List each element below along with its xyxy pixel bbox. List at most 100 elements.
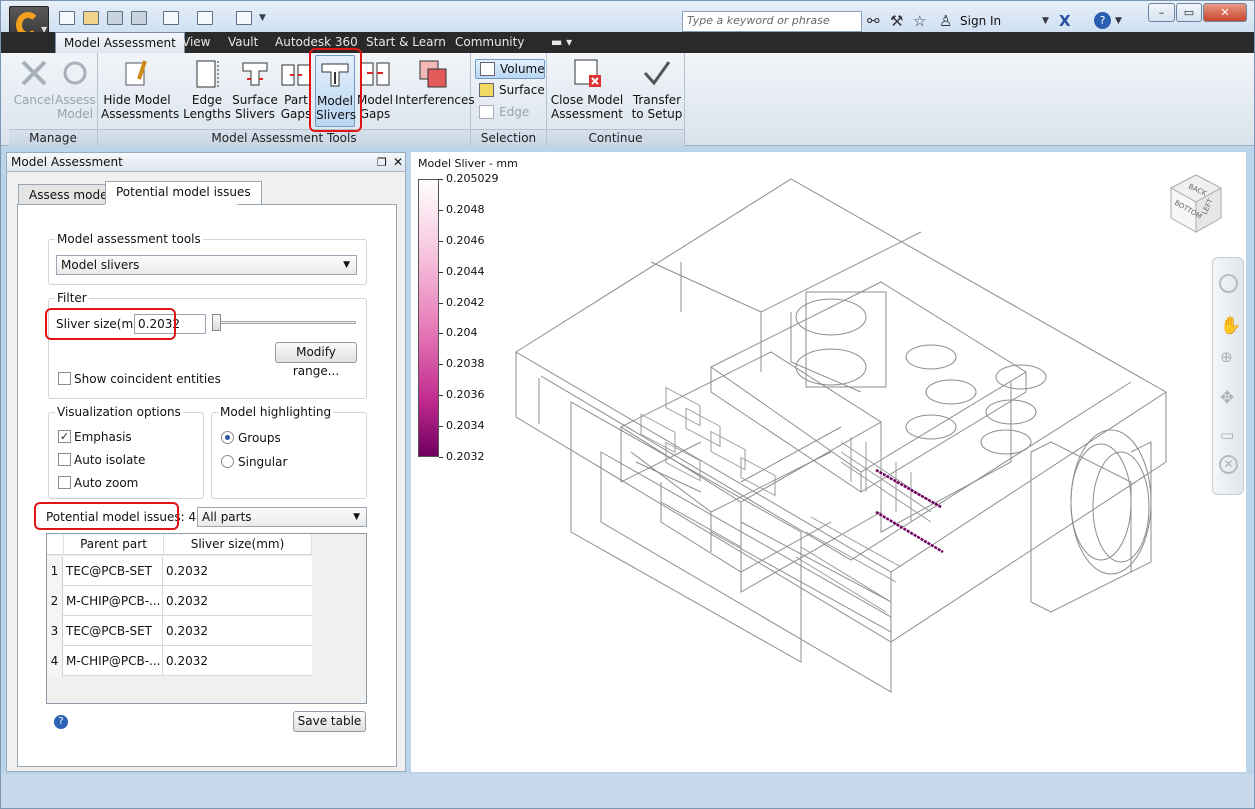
new-file-icon[interactable] [59,11,75,25]
tab-start-learn[interactable]: Start & Learn [358,32,454,53]
auto-isolate-checkbox[interactable] [58,453,71,466]
refresh-icon [59,57,91,89]
group-manage: Cancel Assess Model Manage [9,53,98,146]
groups-radio[interactable] [221,431,234,444]
sign-in-link[interactable]: Sign In [960,14,1001,28]
group-model-assessment-tools: Hide Model Assessments Edge Lengths Surf… [98,53,475,146]
interferences-icon [416,57,448,89]
customize-icon[interactable] [236,11,252,25]
close-panel-icon[interactable]: ✕ [393,153,403,172]
zoom-icon[interactable]: ⊕ [1220,348,1233,366]
edge-lengths-icon [191,57,223,89]
float-panel-icon[interactable]: ❐ [377,153,387,172]
table-row[interactable]: 3 TEC@PCB-SET 0.2032 [47,616,312,646]
ribbon: Cancel Assess Model Manage Hide Model As… [1,53,1254,146]
ribbon-tab-row: Model Assessment View Vault Autodesk 360… [1,32,1254,53]
highlight-issues-count [34,502,179,530]
chevron-down-icon: ▼ [343,260,350,270]
viewcube[interactable]: BACK BOTTOM LEFT [1166,170,1226,240]
group-continue: Close Model Assessment Transfer to Setup… [547,53,685,146]
column-header-sliver-size[interactable]: Sliver size(mm) [164,534,312,555]
auto-zoom-checkbox[interactable] [58,476,71,489]
tab-potential-model-issues[interactable]: Potential model issues [105,181,262,205]
sliver-size-slider-handle[interactable] [212,314,221,331]
parts-filter-select[interactable]: All parts ▼ [197,507,367,527]
singular-radio[interactable] [221,455,234,468]
cancel-button[interactable]: Cancel [13,55,55,127]
save-table-button[interactable]: Save table [293,711,366,732]
model-wireframe[interactable] [411,152,1246,772]
save-all-icon[interactable] [131,11,147,25]
save-icon[interactable] [107,11,123,25]
part-gaps-button[interactable]: Part Gaps [279,55,313,127]
brush-icon [121,57,153,89]
orbit-icon[interactable]: ✥ [1220,388,1234,408]
look-at-icon[interactable]: ▭ [1220,426,1234,444]
transfer-to-setup-button[interactable]: Transfer to Setup [631,55,683,127]
close-assessment-icon [571,57,603,89]
table-row[interactable]: 2 M-CHIP@PCB-... 0.2032 [47,586,312,616]
chevron-down-icon: ▼ [353,512,360,522]
highlighting-fieldset: Model highlighting [211,405,367,499]
sliver-size-slider-track[interactable] [212,321,356,324]
highlight-sliver-size [45,308,176,340]
graphics-viewport[interactable]: Model Sliver - mm 0.205029 0.2048 0.2046 0.… [411,152,1246,772]
group-selection: Volume Surface Edge Selection [471,53,547,146]
column-header-parent-part[interactable]: Parent part [64,534,164,555]
emphasis-checkbox[interactable]: ✓ [58,430,71,443]
minimize-button[interactable]: – [1148,3,1175,22]
tab-community[interactable]: Community [447,32,532,53]
highlight-model-slivers [309,48,362,132]
title-bar: ▼ ▼ Type a keyword or phrase ⚯ ⚒ ☆ ♙ Sig… [1,1,1254,50]
surface-icon [479,83,494,97]
sign-in-chevron-icon[interactable]: ▼ [1042,16,1049,26]
tab-vault[interactable]: Vault [220,32,266,53]
tools-icon[interactable]: ⚒ [890,12,903,30]
assessment-tool-select[interactable]: Model slivers ▼ [56,255,357,275]
navigation-bar: ✋ ⊕ ✥ ▭ ✕ [1212,257,1244,495]
ribbon-options-icon[interactable]: ▬ ▾ [543,32,580,53]
help-icon[interactable]: ? [54,715,68,729]
open-folder-icon[interactable] [83,11,99,25]
close-window-button[interactable]: ✕ [1203,3,1247,22]
interferences-button[interactable]: Interferences [395,55,475,127]
application-window: ▼ ▼ Type a keyword or phrase ⚯ ⚒ ☆ ♙ Sig… [0,0,1255,809]
star-icon[interactable]: ☆ [913,12,926,30]
volume-selection-button[interactable]: Volume [475,59,545,79]
exchange-icon[interactable]: X [1059,12,1071,30]
tab-model-assessment[interactable]: Model Assessment [55,32,185,53]
panel-header: Model Assessment ❐ ✕ [7,153,405,172]
cancel-x-icon [18,57,50,89]
modify-range-button[interactable]: Modify range... [275,342,357,378]
checkmark-icon [641,57,673,89]
surface-selection-button[interactable]: Surface [475,81,545,101]
search-input[interactable]: Type a keyword or phrase [682,11,862,32]
shape-icon[interactable] [197,11,213,25]
show-coincident-checkbox[interactable] [58,372,71,385]
table-row[interactable]: 4 M-CHIP@PCB-... 0.2032 [47,646,312,676]
tab-view[interactable]: View [174,32,218,53]
maximize-button[interactable]: ▭ [1176,3,1202,22]
close-model-assessment-button[interactable]: Close Model Assessment [549,55,625,127]
panel-title: Model Assessment [11,155,123,169]
edge-selection-button[interactable]: Edge [475,103,545,123]
status-bar [1,774,1254,808]
help-chevron-icon[interactable]: ▼ [1115,16,1122,26]
select-icon[interactable] [163,11,179,25]
volume-icon [480,62,495,76]
part-gaps-icon [280,57,312,89]
steering-wheel-icon[interactable] [1219,274,1238,293]
edge-lengths-button[interactable]: Edge Lengths [183,55,231,127]
qat-chevron-icon[interactable]: ▼ [259,13,266,23]
pan-hand-icon[interactable]: ✋ [1220,316,1241,336]
issues-table: Parent part Sliver size(mm) 1 TEC@PCB-SE… [46,533,367,704]
table-row[interactable]: 1 TEC@PCB-SET 0.2032 [47,556,312,586]
surface-slivers-icon [239,57,271,89]
surface-slivers-button[interactable]: Surface Slivers [232,55,278,127]
full-navigation-icon[interactable]: ✕ [1219,455,1238,474]
hide-model-assessments-button[interactable]: Hide Model Assessments [101,55,179,127]
help-icon[interactable]: ? [1094,12,1111,29]
assess-model-button[interactable]: Assess Model [55,55,96,127]
edge-icon [479,105,494,119]
binoculars-icon[interactable]: ⚯ [867,12,880,30]
